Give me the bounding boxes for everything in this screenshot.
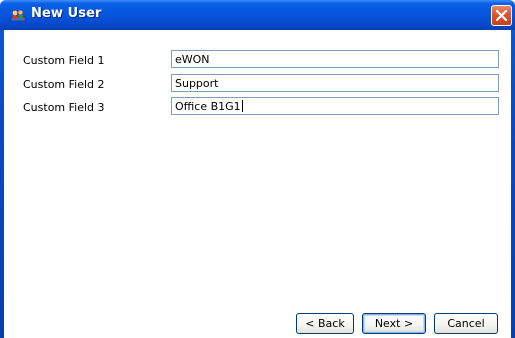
new-user-dialog: New User Custom Field 1 eWON Custom Fiel… bbox=[0, 0, 515, 338]
text-caret bbox=[241, 100, 243, 112]
title-bar[interactable]: New User bbox=[0, 0, 515, 30]
custom-field-1-label: Custom Field 1 bbox=[23, 54, 105, 67]
custom-field-3-value: Office B1G1 bbox=[175, 100, 241, 113]
close-button[interactable] bbox=[491, 5, 512, 26]
custom-field-2-label: Custom Field 2 bbox=[23, 78, 105, 91]
custom-field-3-input[interactable]: Office B1G1 bbox=[171, 97, 499, 115]
cancel-button[interactable]: Cancel bbox=[434, 313, 498, 334]
custom-field-2-value: Support bbox=[175, 77, 219, 90]
dialog-body: Custom Field 1 eWON Custom Field 2 Suppo… bbox=[4, 30, 511, 338]
custom-field-3-label: Custom Field 3 bbox=[23, 101, 105, 114]
next-button[interactable]: Next > bbox=[362, 313, 426, 334]
custom-field-1-value: eWON bbox=[175, 53, 210, 66]
window-title: New User bbox=[31, 6, 102, 21]
custom-field-1-input[interactable]: eWON bbox=[171, 50, 499, 68]
user-group-icon bbox=[10, 9, 26, 22]
back-button[interactable]: < Back bbox=[296, 313, 354, 334]
close-icon bbox=[495, 9, 508, 22]
custom-field-2-input[interactable]: Support bbox=[171, 74, 499, 92]
